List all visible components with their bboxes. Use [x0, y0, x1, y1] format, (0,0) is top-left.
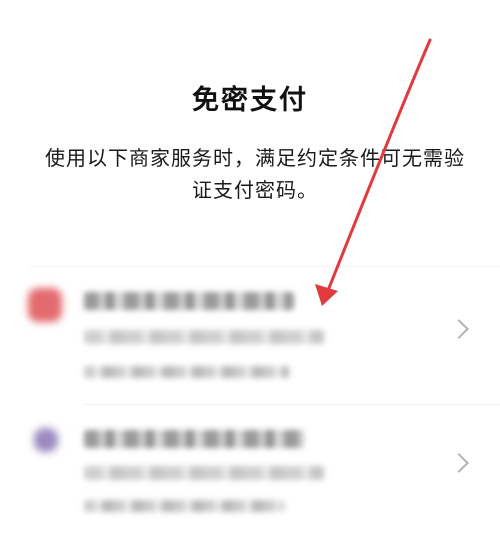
merchant-name-redacted	[84, 292, 294, 310]
chevron-right-icon	[449, 319, 469, 339]
merchant-logo	[34, 428, 58, 452]
merchant-list-item[interactable]	[0, 412, 500, 532]
merchant-date-redacted	[84, 366, 289, 378]
chevron-right-icon	[449, 453, 469, 473]
page-description: 使用以下商家服务时，满足约定条件可无需验证支付密码。	[45, 146, 465, 202]
page-title: 免密支付	[192, 85, 308, 116]
merchant-logo	[28, 288, 62, 322]
merchant-list-item[interactable]	[0, 278, 500, 398]
merchant-detail-redacted	[84, 466, 324, 480]
divider	[30, 266, 500, 267]
divider	[84, 404, 500, 405]
merchant-detail-redacted	[84, 330, 324, 344]
merchant-name-redacted	[84, 430, 304, 448]
merchant-date-redacted	[84, 500, 284, 512]
